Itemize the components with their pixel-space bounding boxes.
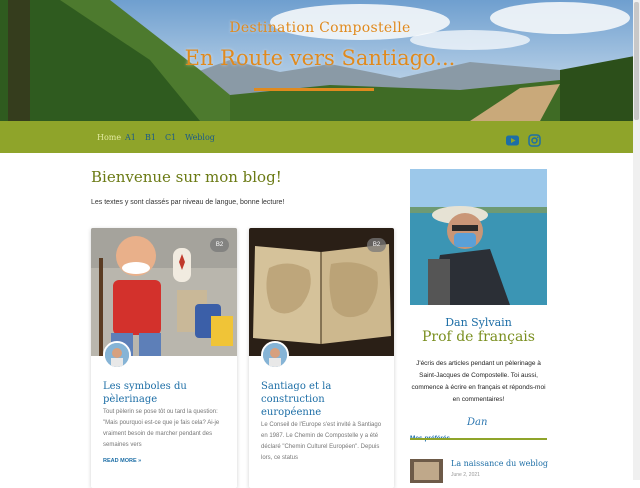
author-bio: J'écris des articles pendant un pèlerina…	[411, 360, 546, 403]
favorite-thumbnail-image	[410, 459, 443, 483]
nav-a1[interactable]: A1	[125, 133, 136, 142]
favorite-thumbnail[interactable]	[410, 459, 443, 483]
nav-weblog[interactable]: Weblog	[185, 133, 215, 142]
youtube-icon[interactable]	[506, 134, 519, 147]
author-name: Dan Sylvain	[445, 316, 512, 329]
avatar-image	[263, 343, 287, 367]
post-card[interactable]: B2 Les symboles du pèlerinage Tout pèler…	[91, 228, 237, 488]
instagram-icon[interactable]	[528, 134, 541, 147]
header-banner: Destination Compostelle En Route vers Sa…	[0, 0, 640, 121]
author-avatar[interactable]	[103, 341, 131, 369]
level-badge: B2	[210, 238, 229, 252]
main-navigation: Home A1 B1 C1 Weblog	[0, 121, 640, 153]
post-card[interactable]: B2 Santiago et la construction européenn…	[249, 228, 394, 488]
nav-c1[interactable]: C1	[165, 133, 176, 142]
intro-text: Les textes y sont classés par niveau de …	[91, 199, 285, 206]
level-badge: B2	[367, 238, 386, 252]
nav-b1[interactable]: B1	[145, 133, 156, 142]
title-underline	[254, 88, 374, 91]
post-title[interactable]: Santiago et la construction européenne	[261, 380, 387, 419]
post-title[interactable]: Les symboles du pèlerinage	[103, 380, 229, 406]
page-scrollbar[interactable]	[633, 0, 640, 480]
page-heading: Bienvenue sur mon blog!	[91, 168, 282, 186]
author-signature: Dan	[467, 417, 488, 428]
favorite-post-title[interactable]: La naissance du weblog	[451, 459, 548, 468]
author-role: Prof de français	[422, 329, 535, 345]
site-subtitle: Destination Compostelle	[229, 20, 411, 36]
avatar-image	[105, 343, 129, 367]
favorites-divider	[410, 438, 547, 440]
scrollbar-thumb[interactable]	[634, 2, 639, 120]
favorite-post-date: June 2, 2021	[451, 472, 480, 478]
author-avatar[interactable]	[261, 341, 289, 369]
post-excerpt: Tout pèlerin se pose tôt ou tard la ques…	[103, 409, 220, 448]
site-title[interactable]: En Route vers Santiago...	[0, 46, 640, 70]
author-photo	[410, 169, 547, 305]
read-more-link[interactable]: READ MORE »	[103, 458, 141, 464]
post-excerpt: Le Conseil de l'Europe s'est invité à Sa…	[261, 422, 382, 461]
author-lake-photo	[410, 169, 547, 305]
nav-home[interactable]: Home	[97, 133, 121, 142]
